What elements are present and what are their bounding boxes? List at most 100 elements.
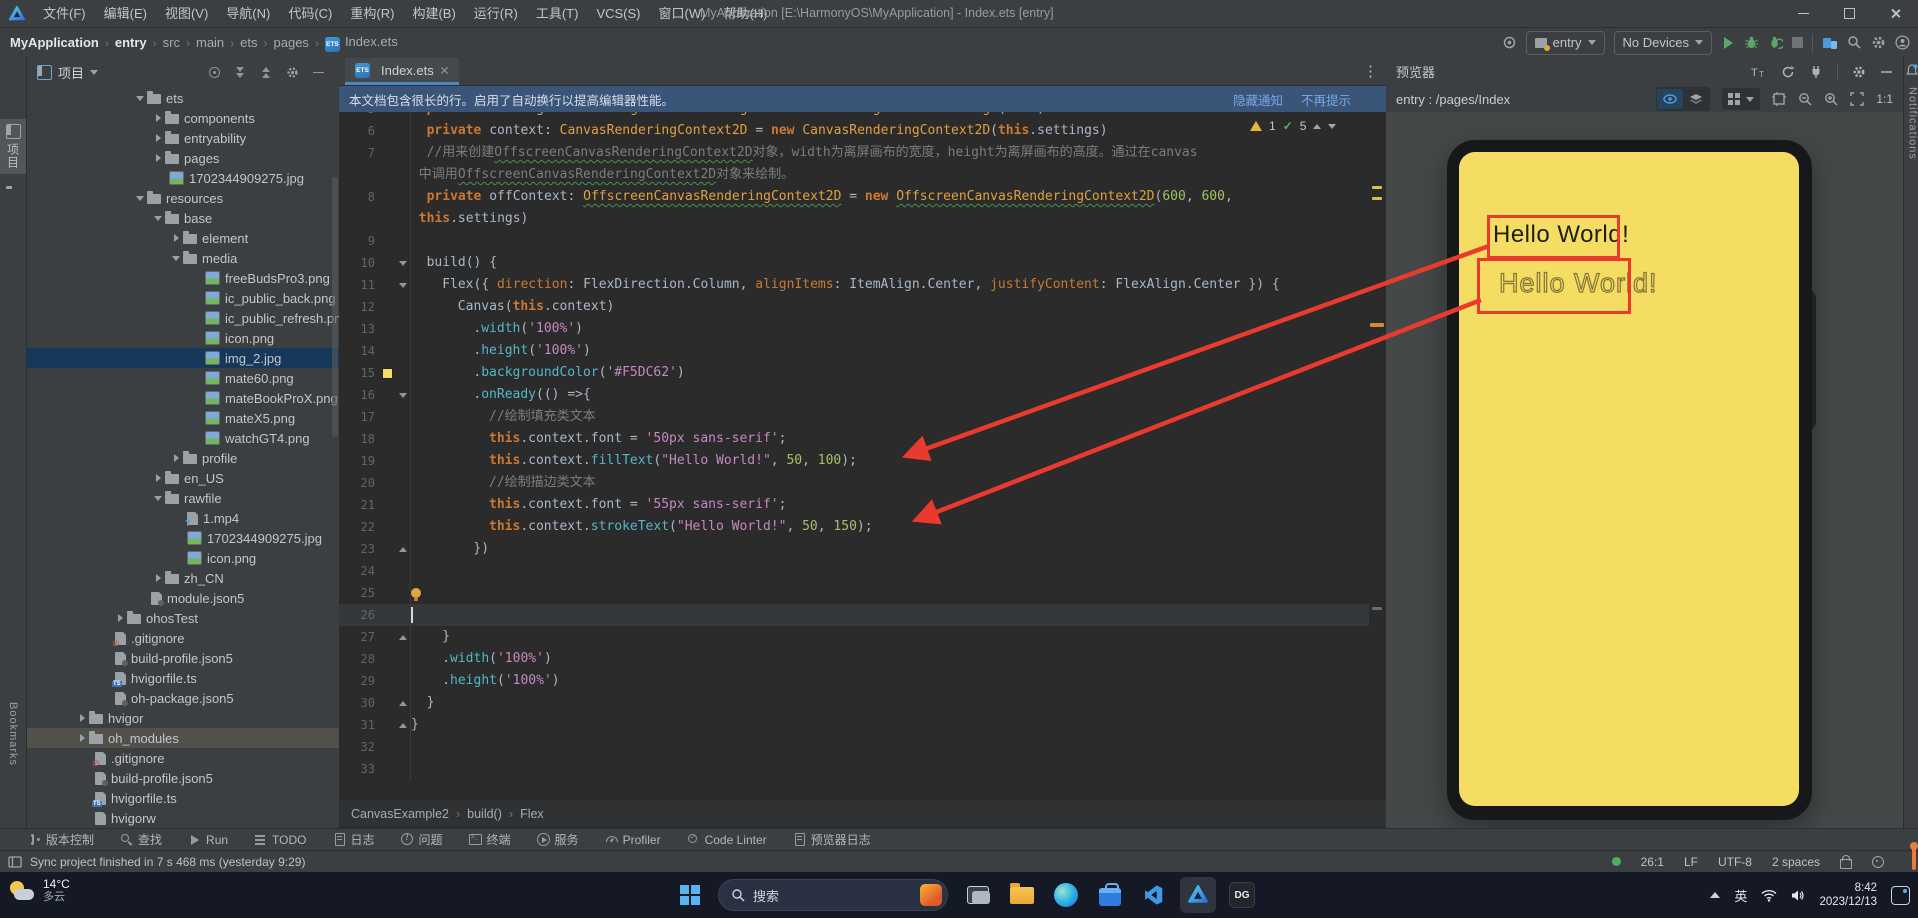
minimize-button[interactable] <box>1780 0 1826 27</box>
tree-item[interactable]: hvigorw <box>27 808 339 828</box>
tree-item[interactable]: 1702344909275.jpg <box>27 168 339 188</box>
indent-style[interactable]: 2 spaces <box>1772 855 1820 869</box>
tree-item[interactable]: mate60.png <box>27 368 339 388</box>
profile-avatar-icon[interactable] <box>1895 35 1910 50</box>
panel-settings-gear-icon[interactable] <box>286 66 299 79</box>
menu-item[interactable]: 代码(C) <box>279 0 341 27</box>
fold-marker-icon[interactable] <box>398 546 407 552</box>
tree-item[interactable]: img_2.jpg <box>27 348 339 368</box>
editor-breadcrumb-item[interactable]: Flex <box>520 807 544 821</box>
tab-close-icon[interactable] <box>440 66 449 75</box>
notifications-bell-icon[interactable] <box>1906 64 1918 77</box>
tree-item[interactable]: module.json5 <box>27 588 339 608</box>
tree-toggle-icon[interactable] <box>75 734 89 742</box>
toolwindow-button-todo[interactable]: TODO <box>254 833 307 847</box>
taskbar-dg-button[interactable]: DG <box>1224 877 1260 913</box>
breadcrumb-item[interactable]: MyApplication <box>10 35 99 50</box>
tree-item[interactable]: hvigorfile.ts <box>27 788 339 808</box>
locate-icon[interactable] <box>1502 35 1517 50</box>
tree-item[interactable]: freeBudsPro3.png <box>27 268 339 288</box>
layout-toggle-icon[interactable] <box>8 855 22 868</box>
breadcrumb-item[interactable]: entry <box>115 35 147 50</box>
tree-item[interactable]: entryability <box>27 128 339 148</box>
hide-notification-link[interactable]: 隐藏通知 <box>1233 90 1283 109</box>
tree-item[interactable]: base <box>27 208 339 228</box>
menu-item[interactable]: 工具(T) <box>527 0 588 27</box>
previewer-settings-gear-icon[interactable] <box>1852 65 1866 79</box>
reader-mode-icon[interactable] <box>1872 855 1884 868</box>
fold-marker-icon[interactable] <box>398 282 407 288</box>
search-highlight-image[interactable] <box>920 884 942 906</box>
toolwindow-button-error[interactable]: 问题 <box>400 831 443 848</box>
readonly-lock-icon[interactable] <box>1840 854 1852 869</box>
tree-toggle-icon[interactable] <box>169 234 183 242</box>
tree-item[interactable]: element <box>27 228 339 248</box>
taskbar-vscode-button[interactable] <box>1136 877 1172 913</box>
zoom-ratio-label[interactable]: 1:1 <box>1876 92 1893 106</box>
tree-item[interactable]: ic_public_back.png <box>27 288 339 308</box>
tree-toggle-icon[interactable] <box>169 255 183 261</box>
close-button[interactable] <box>1872 0 1918 27</box>
inspections-widget[interactable]: 1 ✓ 5 <box>1244 116 1343 136</box>
refresh-icon[interactable] <box>1781 65 1795 79</box>
plug-icon[interactable] <box>1809 65 1823 79</box>
search-icon[interactable] <box>1847 35 1862 50</box>
tree-toggle-icon[interactable] <box>113 614 127 622</box>
toolwindow-button-doc[interactable]: 日志 <box>333 831 375 848</box>
tree-toggle-icon[interactable] <box>151 574 165 582</box>
toolwindow-button-service[interactable]: 服务 <box>536 831 579 848</box>
taskbar-search-input[interactable]: 搜索 <box>718 879 948 911</box>
menu-item[interactable]: 视图(V) <box>156 0 217 27</box>
hide-previewer-icon[interactable] <box>1880 65 1893 78</box>
zoom-out-icon[interactable] <box>1798 92 1812 106</box>
preview-2d-icon[interactable] <box>1657 89 1684 109</box>
breadcrumb-item[interactable]: pages <box>274 35 309 50</box>
tree-toggle-icon[interactable] <box>151 495 165 501</box>
tree-item[interactable]: components <box>27 108 339 128</box>
prev-issue-icon[interactable] <box>1313 123 1322 129</box>
editor-breadcrumb-item[interactable]: CanvasExample2 <box>351 807 449 821</box>
toolwindow-button-branch[interactable]: 版本控制 <box>28 831 94 848</box>
tree-item[interactable]: zh_CN <box>27 568 339 588</box>
menu-item[interactable]: 构建(B) <box>403 0 464 27</box>
editor-error-stripe[interactable] <box>1369 112 1386 800</box>
preview-canvas[interactable]: Hello World! Hello World! <box>1386 112 1903 828</box>
font-scale-icon[interactable]: T T <box>1751 65 1767 79</box>
caret-position[interactable]: 26:1 <box>1641 855 1664 869</box>
tree-item[interactable]: en_US <box>27 468 339 488</box>
input-language-indicator[interactable]: 英 <box>1734 886 1747 905</box>
tree-item[interactable]: pages <box>27 148 339 168</box>
notification-center-icon[interactable] <box>1891 885 1910 905</box>
taskbar-weather-widget[interactable]: 14°C 多云 <box>8 877 70 904</box>
dont-remind-link[interactable]: 不再提示 <box>1301 90 1351 109</box>
tree-toggle-icon[interactable] <box>151 154 165 162</box>
zoom-in-icon[interactable] <box>1824 92 1838 106</box>
attach-debugger-icon[interactable] <box>1768 35 1783 50</box>
tree-item[interactable]: ic_public_refresh.png <box>27 308 339 328</box>
tree-item[interactable]: profile <box>27 448 339 468</box>
tab-index-ets[interactable]: ETS Index.ets <box>345 58 459 85</box>
tree-item[interactable]: oh_modules <box>27 728 339 748</box>
expand-all-icon[interactable] <box>234 66 247 79</box>
tree-item[interactable]: watchGT4.png <box>27 428 339 448</box>
toolwindow-button-gauge[interactable]: Profiler <box>605 833 661 847</box>
menu-item[interactable]: 重构(R) <box>341 0 403 27</box>
tree-item[interactable]: .gitignore <box>27 748 339 769</box>
tree-toggle-icon[interactable] <box>151 134 165 142</box>
tree-toggle-icon[interactable] <box>151 215 165 221</box>
color-swatch[interactable] <box>381 367 393 379</box>
taskbar-store-button[interactable] <box>1092 877 1128 913</box>
tree-item[interactable]: resources <box>27 188 339 208</box>
fit-to-screen-icon[interactable] <box>1850 92 1865 106</box>
wifi-icon[interactable] <box>1761 889 1777 902</box>
stop-button[interactable] <box>1792 37 1803 48</box>
preview-grid-selector[interactable] <box>1722 88 1761 110</box>
debug-button[interactable] <box>1744 35 1759 50</box>
module-selector[interactable]: entry <box>1525 30 1605 55</box>
device-selector[interactable]: No Devices <box>1613 30 1712 55</box>
breadcrumb-item[interactable]: main <box>196 35 224 50</box>
tree-item[interactable]: ohosTest <box>27 608 339 628</box>
menu-item[interactable]: 文件(F) <box>34 0 95 27</box>
toolwindow-button-lint[interactable]: Code Linter <box>687 833 767 847</box>
frame-bounds-icon[interactable] <box>1772 92 1787 106</box>
